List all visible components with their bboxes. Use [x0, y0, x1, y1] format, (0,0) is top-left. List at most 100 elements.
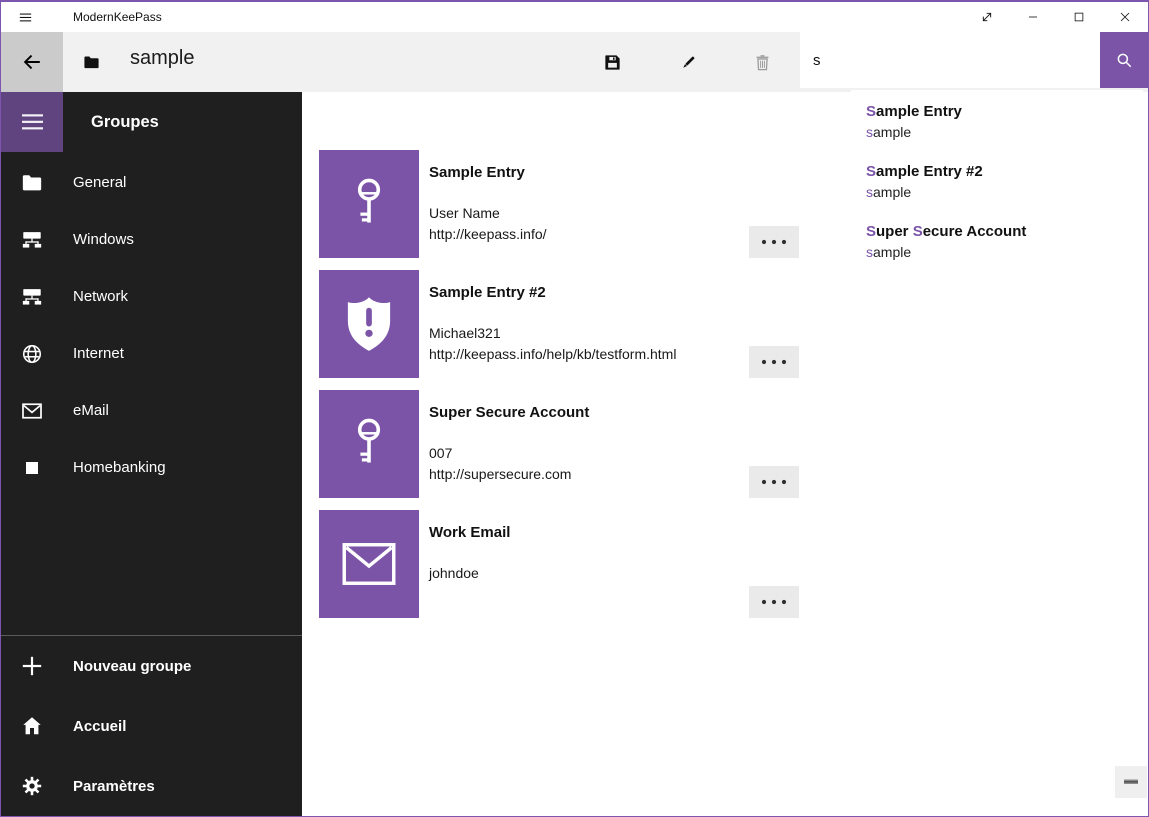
entry-tile: [319, 150, 419, 258]
sidebar-item-network[interactable]: Network: [1, 268, 302, 325]
hamburger-icon: [21, 112, 44, 132]
gear-icon: [21, 775, 43, 797]
sidebar-item-label: Homebanking: [73, 459, 166, 476]
search-box: [800, 32, 1148, 88]
suggestion-subtitle: sample: [866, 182, 1143, 202]
suggestion-item[interactable]: Sample Entry sample: [851, 102, 1143, 162]
pencil-icon: [679, 53, 698, 72]
suggestion-title: Super Secure Account: [866, 222, 1143, 242]
square-icon: [21, 459, 43, 477]
close-button[interactable]: [1102, 2, 1148, 32]
sidebar-item-label: General: [73, 174, 126, 191]
entry-url: http://keepass.info/: [429, 224, 759, 245]
ellipsis-icon: [760, 358, 788, 366]
search-input[interactable]: [800, 32, 1100, 88]
search-icon: [1115, 51, 1133, 69]
entry-username: Michael321: [429, 323, 759, 344]
search-suggestions-flyout: Sample Entry sample Sample Entry #2 samp…: [851, 90, 1143, 282]
suggestion-item[interactable]: Super Secure Account sample: [851, 222, 1143, 282]
entry-text: Sample Entry #2 Michael321 http://keepas…: [429, 270, 759, 365]
hamburger-icon: [17, 9, 34, 26]
trash-icon: [753, 53, 772, 72]
globe-icon: [21, 343, 43, 365]
entry-more-button[interactable]: [749, 586, 799, 618]
plus-icon: [21, 655, 43, 677]
entry-more-button[interactable]: [749, 346, 799, 378]
close-icon: [1117, 9, 1133, 25]
database-folder-icon: [83, 55, 100, 70]
ellipsis-icon: [760, 238, 788, 246]
sidebar-item-label: Paramètres: [73, 778, 155, 795]
sidebar-item-label: Nouveau groupe: [73, 658, 191, 675]
sidebar-item-email[interactable]: eMail: [1, 382, 302, 439]
suggestion-subtitle: sample: [866, 242, 1143, 262]
sidebar-menu-button[interactable]: [1, 92, 63, 152]
entry-username: 007: [429, 443, 759, 464]
key-icon: [346, 174, 392, 234]
entry-more-button[interactable]: [749, 466, 799, 498]
suggestion-item[interactable]: Sample Entry #2 sample: [851, 162, 1143, 222]
fullscreen-button[interactable]: [964, 2, 1010, 32]
entry-row-sample-entry[interactable]: Sample Entry User Name http://keepass.in…: [319, 150, 819, 258]
titlebar: ModernKeePass: [1, 2, 1148, 32]
search-button[interactable]: [1100, 32, 1148, 88]
settings-button[interactable]: Paramètres: [1, 756, 302, 816]
sidebar-item-label: Network: [73, 288, 128, 305]
back-button[interactable]: [1, 32, 63, 92]
app-title: ModernKeePass: [73, 10, 162, 24]
entry-url: http://supersecure.com: [429, 464, 759, 485]
minimize-icon: [1025, 9, 1041, 25]
network-icon: [21, 286, 43, 307]
suggestion-subtitle: sample: [866, 122, 1143, 142]
save-icon: [603, 53, 622, 72]
dash-icon: [1123, 779, 1139, 785]
entry-text: Work Email johndoe: [429, 510, 759, 584]
key-icon: [346, 414, 392, 474]
folder-icon: [21, 173, 43, 193]
sidebar-item-label: Internet: [73, 345, 124, 362]
entry-text: Super Secure Account 007 http://supersec…: [429, 390, 759, 485]
ellipsis-icon: [760, 478, 788, 486]
shield-alert-icon: [343, 294, 395, 354]
titlebar-menu-button[interactable]: [1, 2, 49, 32]
app-window: ModernKeePass: [0, 0, 1149, 817]
sidebar-item-general[interactable]: General: [1, 154, 302, 211]
edit-button[interactable]: [664, 38, 712, 86]
entry-title: Work Email: [429, 523, 759, 543]
fullscreen-icon: [979, 9, 995, 25]
entry-more-button[interactable]: [749, 226, 799, 258]
minimize-button[interactable]: [1010, 2, 1056, 32]
save-button[interactable]: [588, 38, 636, 86]
entry-row-super-secure-account[interactable]: Super Secure Account 007 http://supersec…: [319, 390, 819, 498]
sidebar-item-windows[interactable]: Windows: [1, 211, 302, 268]
back-arrow-icon: [21, 51, 43, 73]
entry-title: Sample Entry: [429, 163, 759, 183]
new-group-button[interactable]: Nouveau groupe: [1, 636, 302, 696]
network-icon: [21, 229, 43, 250]
entry-tile: [319, 510, 419, 618]
sidebar-heading: Groupes: [91, 113, 159, 132]
entry-row-sample-entry-2[interactable]: Sample Entry #2 Michael321 http://keepas…: [319, 270, 819, 378]
sidebar-header-row: Groupes: [1, 92, 302, 152]
entry-row-work-email[interactable]: Work Email johndoe: [319, 510, 819, 618]
maximize-icon: [1071, 9, 1087, 25]
home-button[interactable]: Accueil: [1, 696, 302, 756]
sidebar-item-homebanking[interactable]: Homebanking: [1, 439, 302, 496]
mail-icon: [341, 542, 397, 586]
zoom-out-button[interactable]: [1115, 766, 1147, 798]
entry-title: Super Secure Account: [429, 403, 759, 423]
maximize-button[interactable]: [1056, 2, 1102, 32]
mail-icon: [21, 402, 43, 420]
entry-text: Sample Entry User Name http://keepass.in…: [429, 150, 759, 245]
sidebar-item-internet[interactable]: Internet: [1, 325, 302, 382]
sidebar: Groupes General Windows: [1, 92, 302, 816]
home-icon: [21, 715, 43, 737]
suggestion-title: Sample Entry #2: [866, 162, 1143, 182]
group-list: General Windows Network: [1, 154, 302, 496]
suggestion-title: Sample Entry: [866, 102, 1143, 122]
entry-tile: [319, 270, 419, 378]
delete-button[interactable]: [738, 38, 786, 86]
entry-username: johndoe: [429, 563, 759, 584]
entry-username: User Name: [429, 203, 759, 224]
sidebar-item-label: eMail: [73, 402, 109, 419]
